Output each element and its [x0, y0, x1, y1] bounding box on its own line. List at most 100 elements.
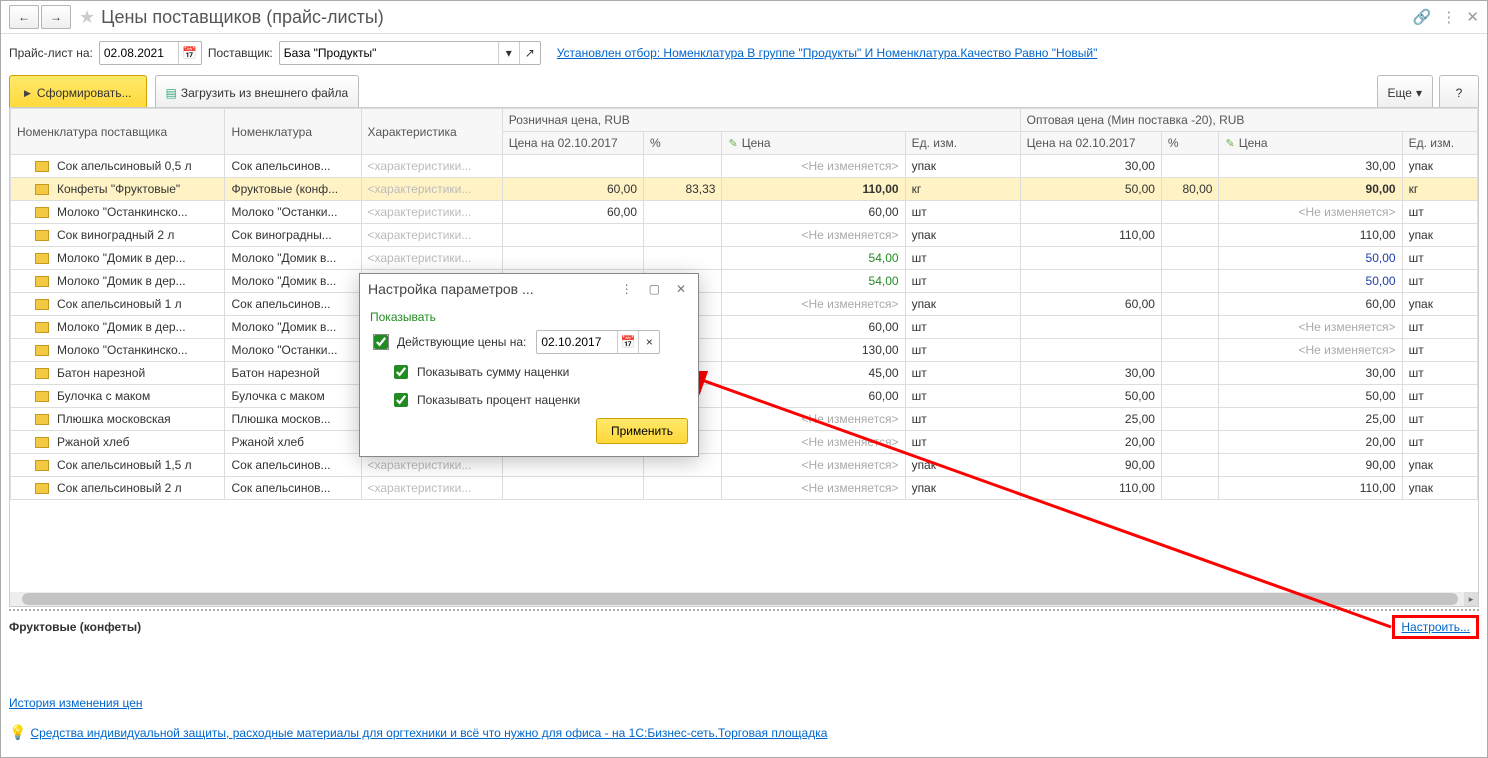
more-button[interactable]: Еще▾ — [1377, 75, 1433, 111]
cell[interactable]: Сок апельсинов... — [225, 477, 361, 500]
col-r-unit[interactable]: Ед. изм. — [905, 132, 1020, 155]
cell[interactable] — [1161, 270, 1219, 293]
cell[interactable]: 60,00 — [502, 201, 643, 224]
cell[interactable] — [1161, 247, 1219, 270]
cell[interactable]: упак — [1402, 454, 1477, 477]
menu-icon[interactable]: ⋮ — [1441, 8, 1456, 26]
col-whole[interactable]: Оптовая цена (Мин поставка -20), RUB — [1020, 109, 1477, 132]
cell[interactable]: кг — [905, 178, 1020, 201]
cell[interactable] — [502, 477, 643, 500]
cell[interactable]: Молоко "Домик в... — [225, 316, 361, 339]
cell[interactable]: Ржаной хлеб — [11, 431, 225, 454]
cell[interactable]: 130,00 — [722, 339, 905, 362]
cell[interactable]: Батон нарезной — [11, 362, 225, 385]
cell[interactable]: 30,00 — [1219, 362, 1402, 385]
cell[interactable]: упак — [905, 224, 1020, 247]
cell[interactable] — [1161, 201, 1219, 224]
help-button[interactable]: ? — [1439, 75, 1479, 111]
cell[interactable]: 50,00 — [1020, 178, 1161, 201]
cell[interactable] — [644, 247, 722, 270]
table-row[interactable]: Батон нарезнойБатон нарезной<характерист… — [11, 362, 1478, 385]
table-row[interactable]: Молоко "Домик в дер...Молоко "Домик в...… — [11, 247, 1478, 270]
col-retail[interactable]: Розничная цена, RUB — [502, 109, 1020, 132]
cell[interactable]: шт — [1402, 408, 1477, 431]
cell[interactable]: 30,00 — [1020, 362, 1161, 385]
cell[interactable]: Сок апельсиновый 1,5 л — [11, 454, 225, 477]
col-r-priceon[interactable]: Цена на 02.10.2017 — [502, 132, 643, 155]
cell[interactable]: Сок апельсиновый 0,5 л — [11, 155, 225, 178]
popup-close-icon[interactable]: ✕ — [672, 280, 690, 298]
cell[interactable]: шт — [905, 316, 1020, 339]
cell[interactable]: 20,00 — [1020, 431, 1161, 454]
cell[interactable]: <характеристики... — [361, 247, 502, 270]
cell[interactable]: Конфеты "Фруктовые" — [11, 178, 225, 201]
cell[interactable]: <Не изменяется> — [722, 477, 905, 500]
col-r-price[interactable]: Цена — [722, 132, 905, 155]
cell[interactable]: <Не изменяется> — [1219, 201, 1402, 224]
cell[interactable]: 90,00 — [1020, 454, 1161, 477]
cell[interactable]: 45,00 — [722, 362, 905, 385]
cell[interactable]: Булочка с маком — [11, 385, 225, 408]
table-row[interactable]: Булочка с макомБулочка с маком<характери… — [11, 385, 1478, 408]
cell[interactable] — [644, 224, 722, 247]
cell[interactable]: 60,00 — [1219, 293, 1402, 316]
calendar-icon[interactable]: 📅 — [178, 42, 201, 64]
settings-link[interactable]: Настроить... — [1392, 615, 1479, 639]
cell[interactable]: <характеристики... — [361, 224, 502, 247]
cell[interactable]: шт — [905, 408, 1020, 431]
nav-back-button[interactable]: ← — [9, 5, 39, 29]
cell[interactable]: шт — [1402, 339, 1477, 362]
cell[interactable] — [1161, 385, 1219, 408]
col-r-pct[interactable]: % — [644, 132, 722, 155]
table-row[interactable]: Молоко "Домик в дер...Молоко "Домик в...… — [11, 316, 1478, 339]
cell[interactable]: Сок виноградны... — [225, 224, 361, 247]
cell[interactable]: Сок апельсинов... — [225, 155, 361, 178]
nav-forward-button[interactable]: → — [41, 5, 71, 29]
cell[interactable] — [502, 155, 643, 178]
cell[interactable] — [1161, 477, 1219, 500]
cell[interactable]: Фруктовые (конф... — [225, 178, 361, 201]
apply-button[interactable]: Применить — [596, 418, 688, 444]
cell[interactable]: шт — [1402, 316, 1477, 339]
cell[interactable]: Молоко "Домик в... — [225, 270, 361, 293]
cell[interactable]: Молоко "Домик в дер... — [11, 247, 225, 270]
cell[interactable]: Молоко "Домик в дер... — [11, 316, 225, 339]
supplier-field[interactable] — [280, 43, 498, 63]
cell[interactable]: 110,00 — [1219, 477, 1402, 500]
cell[interactable]: 50,00 — [1219, 270, 1402, 293]
cell[interactable]: шт — [1402, 201, 1477, 224]
cell[interactable]: <Не изменяется> — [722, 155, 905, 178]
cell[interactable]: 110,00 — [1020, 224, 1161, 247]
cell[interactable]: упак — [1402, 155, 1477, 178]
col-nom[interactable]: Номенклатура — [225, 109, 361, 155]
cell[interactable]: шт — [905, 385, 1020, 408]
table-row[interactable]: Молоко "Останкинско...Молоко "Останки...… — [11, 201, 1478, 224]
cell[interactable]: шт — [1402, 385, 1477, 408]
cell[interactable] — [1020, 270, 1161, 293]
cell[interactable]: Сок апельсиновый 1 л — [11, 293, 225, 316]
cell[interactable]: Сок апельсиновый 2 л — [11, 477, 225, 500]
col-w-priceon[interactable]: Цена на 02.10.2017 — [1020, 132, 1161, 155]
table-row[interactable]: Сок виноградный 2 лСок виноградны...<хар… — [11, 224, 1478, 247]
cell[interactable]: Сок апельсинов... — [225, 454, 361, 477]
cell[interactable]: <Не изменяется> — [722, 293, 905, 316]
table-row[interactable]: Сок апельсиновый 1 лСок апельсинов...<ха… — [11, 293, 1478, 316]
cell[interactable]: 30,00 — [1219, 155, 1402, 178]
cell[interactable]: Сок апельсинов... — [225, 293, 361, 316]
cell[interactable]: <Не изменяется> — [1219, 316, 1402, 339]
cell[interactable]: <Не изменяется> — [722, 224, 905, 247]
cell[interactable]: шт — [1402, 362, 1477, 385]
cell[interactable] — [502, 224, 643, 247]
cell[interactable]: 60,00 — [722, 316, 905, 339]
cell[interactable]: упак — [1402, 477, 1477, 500]
cell[interactable]: Ржаной хлеб — [225, 431, 361, 454]
cell[interactable]: <Не изменяется> — [722, 431, 905, 454]
cell[interactable]: 54,00 — [722, 247, 905, 270]
cell[interactable] — [644, 201, 722, 224]
cell[interactable]: <Не изменяется> — [722, 408, 905, 431]
cell[interactable]: кг — [1402, 178, 1477, 201]
cell[interactable]: Плюшка москов... — [225, 408, 361, 431]
cell[interactable] — [1161, 454, 1219, 477]
pricelist-date-input[interactable]: 📅 — [99, 41, 202, 65]
col-w-price[interactable]: Цена — [1219, 132, 1402, 155]
